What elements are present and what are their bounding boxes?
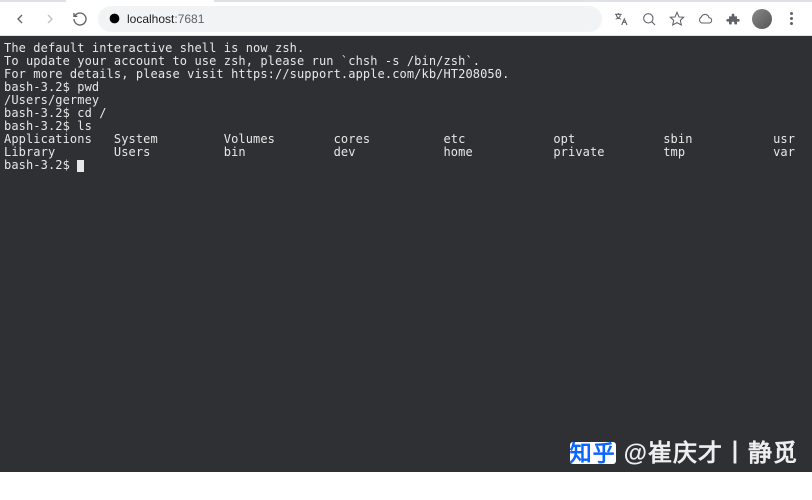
url-port: :7681: [174, 12, 204, 26]
terminal-output[interactable]: The default interactive shell is now zsh…: [0, 36, 812, 472]
watermark: 知乎 @崔庆才丨静觅: [570, 442, 798, 464]
new-tab-button[interactable]: +: [214, 0, 240, 2]
prompt: bash-3.2$: [4, 158, 70, 172]
info-icon: [108, 12, 121, 25]
cmd-cd: cd /: [77, 106, 106, 120]
ls-row-2: Library Users bin dev home private tmp v…: [4, 145, 795, 159]
motd-line-3: For more details, please visit https://s…: [4, 67, 509, 81]
prompt: bash-3.2$: [4, 80, 70, 94]
zhihu-logo: 知乎: [570, 442, 616, 464]
profile-avatar[interactable]: [752, 9, 772, 29]
ls-row-1: Applications System Volumes cores etc op…: [4, 132, 795, 146]
cmd-pwd: pwd: [77, 80, 99, 94]
address-bar[interactable]: localhost:7681: [98, 6, 602, 32]
back-button[interactable]: [8, 7, 32, 31]
prompt: bash-3.2$: [4, 106, 70, 120]
browser-tab[interactable]: ▸_ bash (Roy-Server.fareast.corp ×: [66, 0, 214, 2]
pwd-output: /Users/germey: [4, 93, 99, 107]
cursor: [77, 160, 84, 172]
cloud-icon[interactable]: [696, 10, 714, 28]
prompt: bash-3.2$: [4, 119, 70, 133]
url-host: localhost: [127, 12, 174, 26]
forward-button[interactable]: [38, 7, 62, 31]
translate-icon[interactable]: [612, 10, 630, 28]
extensions-icon[interactable]: [724, 10, 742, 28]
reload-button[interactable]: [68, 7, 92, 31]
watermark-text: @崔庆才丨静觅: [624, 447, 798, 460]
toolbar-right: [608, 9, 804, 29]
bookmark-star-icon[interactable]: [668, 10, 686, 28]
motd-line-1: The default interactive shell is now zsh…: [4, 41, 304, 55]
menu-button[interactable]: [782, 10, 800, 28]
cmd-ls: ls: [77, 119, 92, 133]
tab-strip: ▸_ bash (Roy-Server.fareast.corp × +: [0, 0, 812, 2]
browser-toolbar: localhost:7681: [0, 2, 812, 36]
zoom-icon[interactable]: [640, 10, 658, 28]
motd-line-2: To update your account to use zsh, pleas…: [4, 54, 480, 68]
